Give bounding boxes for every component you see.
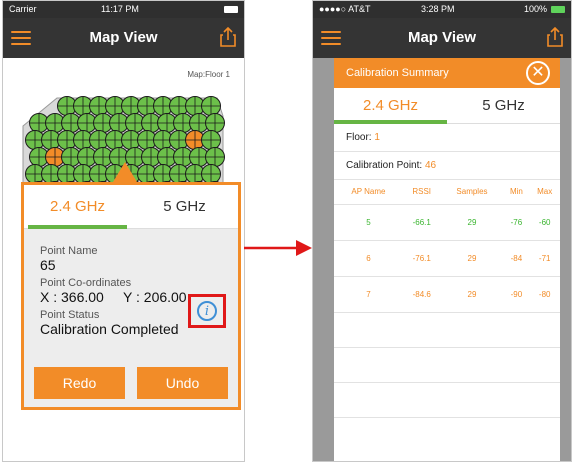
clock-label: 3:28 PM — [421, 4, 455, 14]
table-cell: -76 — [503, 203, 530, 240]
summary-header: Calibration Summary ✕ — [334, 58, 560, 88]
phone-map-view: Carrier 11:17 PM Map View Map:Floor 1 2.… — [2, 0, 245, 462]
calibration-point-marker — [205, 113, 225, 133]
point-details-popup: 2.4 GHz 5 GHz Point Name 65 Point Co-ord… — [21, 182, 241, 410]
share-icon[interactable] — [220, 27, 236, 47]
tab-2-4ghz[interactable]: 2.4 GHz — [334, 88, 447, 124]
table-row[interactable]: 7 -84.6 29 -90 -80 — [334, 275, 560, 312]
table-cell: -80 — [529, 275, 560, 312]
calibration-point-value: 46 — [424, 160, 437, 171]
info-icon[interactable]: i — [197, 301, 217, 321]
nav-bar: Map View — [313, 18, 571, 58]
calibration-point-marker — [201, 96, 221, 116]
nav-bar: Map View — [3, 18, 244, 58]
screenshot-comparison: Carrier 11:17 PM Map View Map:Floor 1 2.… — [0, 0, 576, 462]
calibration-point-info: Calibration Point: 46 — [334, 152, 560, 180]
band-tabs: 2.4 GHz 5 GHz — [24, 185, 238, 229]
table-header-row: AP Name RSSI Samples Min Max — [334, 180, 560, 204]
table-cell: -60 — [529, 203, 560, 240]
coordinates-label: Point Co-ordinates — [40, 277, 132, 289]
column-header: Samples — [456, 187, 488, 197]
tab-5ghz[interactable]: 5 GHz — [131, 185, 238, 228]
point-name-label: Point Name — [40, 245, 98, 257]
ap-table: AP Name RSSI Samples Min Max 5 -66.1 29 … — [334, 180, 560, 452]
battery-icon — [224, 6, 238, 13]
tab-5ghz[interactable]: 5 GHz — [447, 88, 560, 123]
table-cell: -84 — [503, 239, 530, 276]
calibration-point-marker — [205, 147, 225, 167]
calibration-point-marker — [201, 130, 221, 150]
popup-pointer — [113, 162, 137, 182]
table-cell: 6 — [334, 239, 403, 276]
column-header: Min — [509, 187, 523, 197]
floor-label: Map:Floor 1 — [187, 70, 230, 79]
table-cell: -71 — [529, 239, 560, 276]
calibration-point-label: Calibration Point: — [346, 160, 423, 171]
table-cell: -90 — [503, 275, 530, 312]
right-arrow-icon — [244, 240, 312, 256]
table-row[interactable]: 5 -66.1 29 -76 -60 — [334, 203, 560, 240]
info-highlight-box: i — [188, 294, 226, 328]
redo-button[interactable]: Redo — [34, 367, 125, 399]
table-cell: 29 — [440, 203, 504, 240]
floor-value: 1 — [374, 132, 380, 143]
status-bar: ●●●●○ AT&T 3:28 PM 100% — [313, 1, 571, 18]
table-cell: -76.1 — [402, 239, 441, 276]
share-icon[interactable] — [547, 27, 563, 47]
phone-calibration-summary: ●●●●○ AT&T 3:28 PM 100% Map View Calibra… — [312, 0, 572, 462]
column-header: RSSI — [412, 187, 432, 197]
calibration-summary-panel: Calibration Summary ✕ 2.4 GHz 5 GHz Floo… — [334, 58, 560, 461]
table-cell: -84.6 — [402, 275, 441, 312]
popup-actions: Redo Undo — [34, 367, 228, 399]
undo-button[interactable]: Undo — [137, 367, 228, 399]
summary-title: Calibration Summary — [346, 67, 449, 79]
table-row[interactable]: 6 -76.1 29 -84 -71 — [334, 239, 560, 276]
point-name-value: 65 — [40, 257, 56, 273]
table-cell: 5 — [334, 203, 403, 240]
table-row-empty — [334, 346, 560, 382]
carrier-label: ●●●●○ AT&T — [319, 4, 371, 14]
tab-2-4ghz[interactable]: 2.4 GHz — [24, 185, 131, 229]
column-header: AP Name — [351, 187, 386, 197]
page-title: Map View — [407, 29, 477, 46]
band-tabs: 2.4 GHz 5 GHz — [334, 88, 560, 124]
floor-label: Floor: — [346, 132, 372, 143]
close-icon[interactable]: ✕ — [526, 61, 550, 85]
table-cell: -66.1 — [402, 203, 441, 240]
table-row-empty — [334, 416, 560, 452]
page-title: Map View — [89, 29, 158, 46]
battery-percent: 100% — [523, 4, 547, 14]
column-header: Max — [537, 187, 553, 197]
clock-label: 11:17 PM — [101, 4, 139, 14]
calibration-point-marker — [201, 164, 221, 184]
status-bar: Carrier 11:17 PM — [3, 1, 244, 18]
table-cell: 29 — [440, 275, 504, 312]
table-row-empty — [334, 381, 560, 417]
table-cell: 7 — [334, 275, 403, 312]
floor-info: Floor: 1 — [334, 124, 560, 152]
carrier-label: Carrier — [9, 4, 37, 14]
battery-icon — [551, 6, 565, 13]
table-cell: 29 — [440, 239, 504, 276]
table-row-empty — [334, 311, 560, 347]
